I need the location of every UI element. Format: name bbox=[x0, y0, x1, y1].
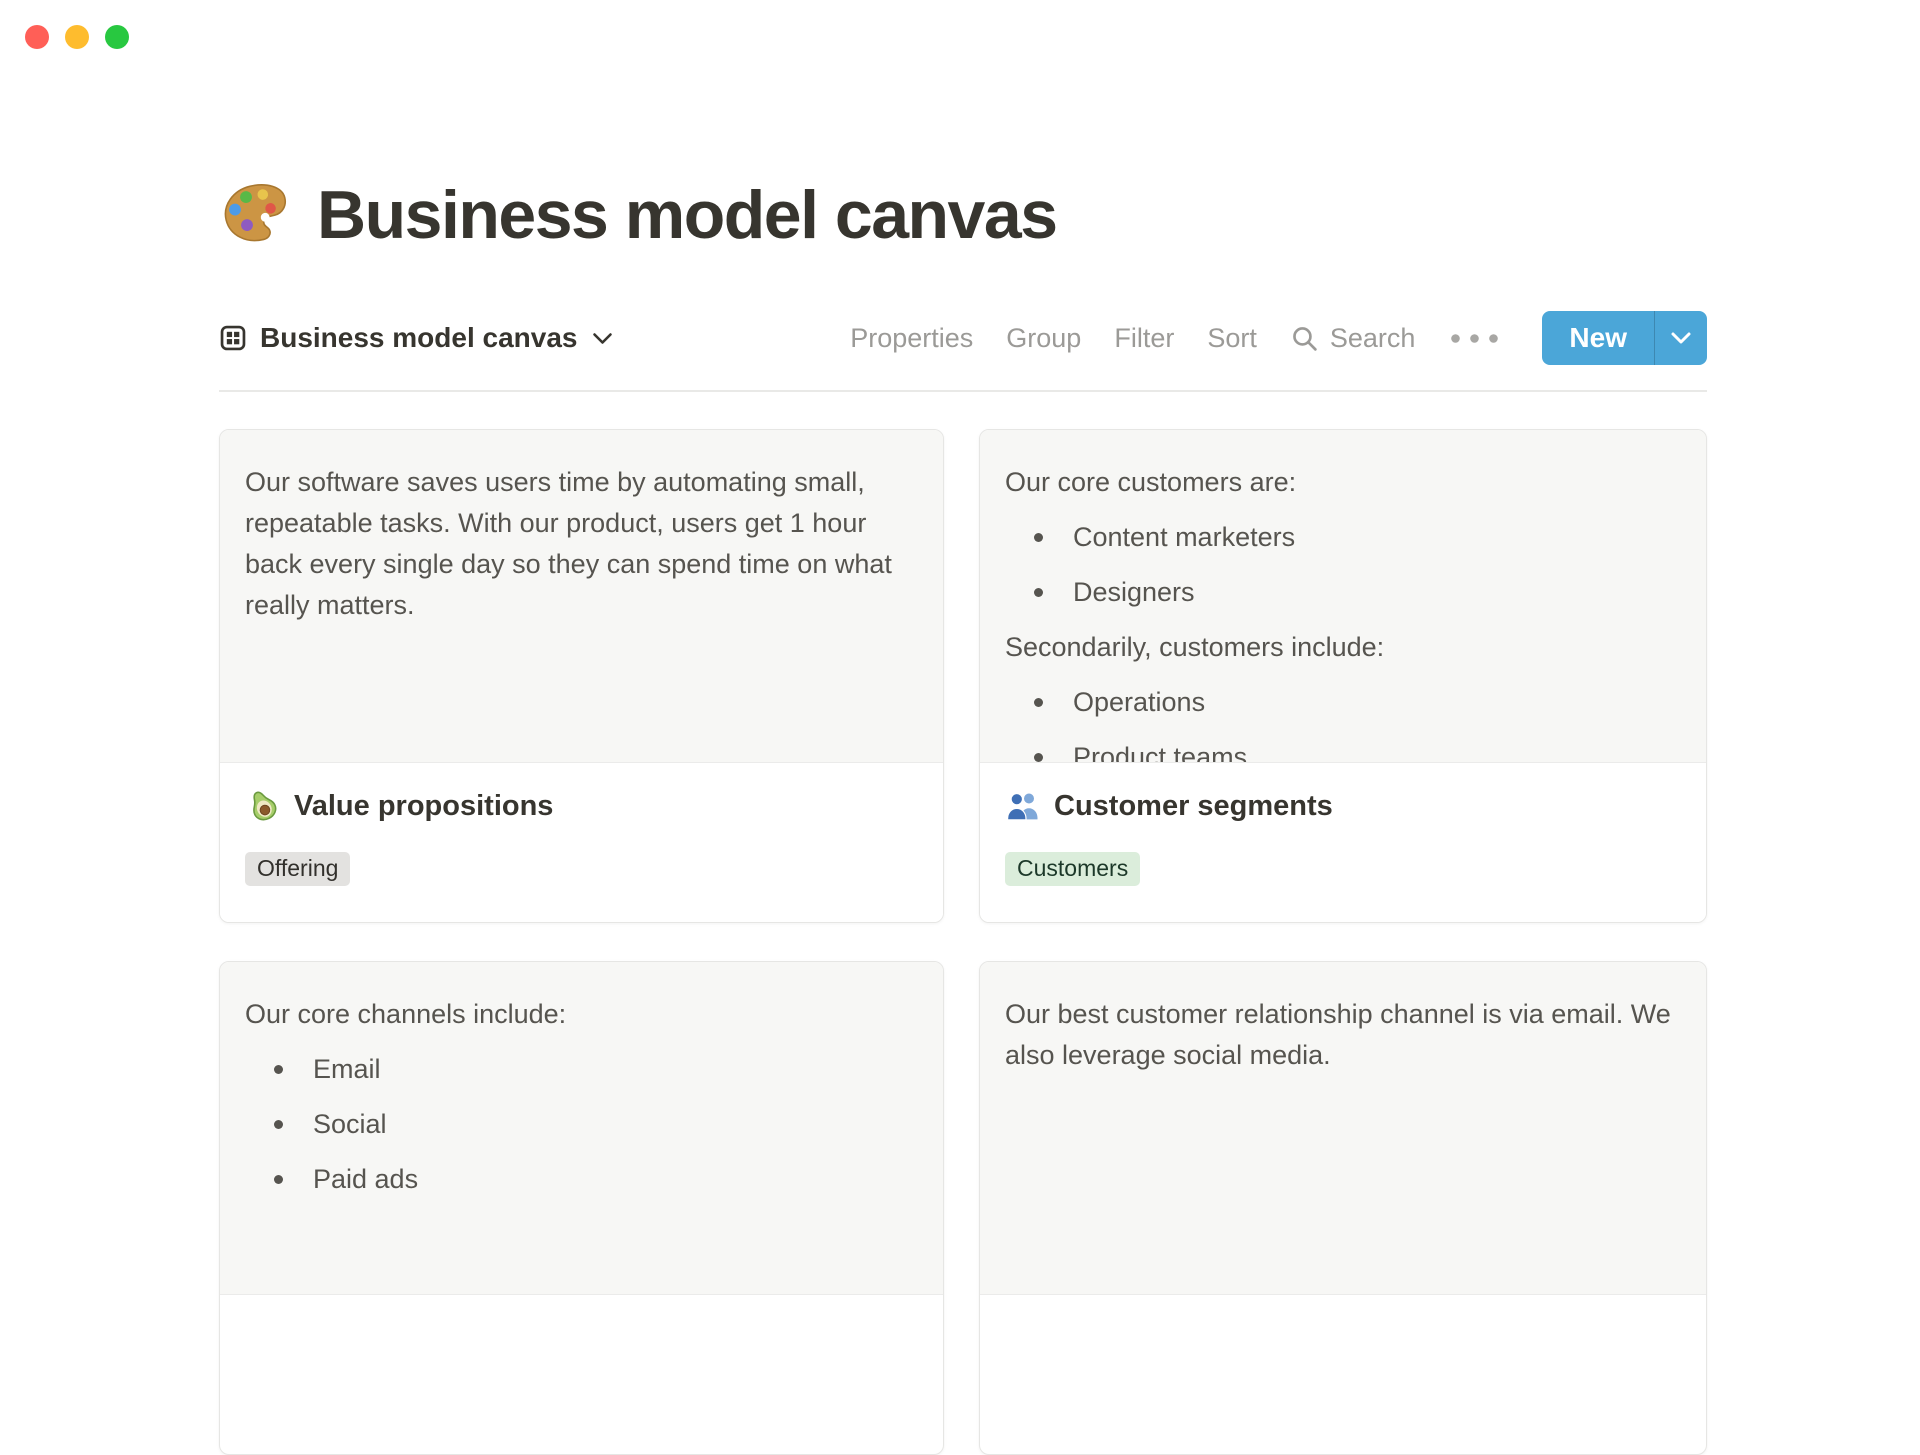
search-button[interactable]: Search bbox=[1290, 322, 1416, 354]
new-button[interactable]: New bbox=[1542, 311, 1655, 365]
list-item: Content marketers bbox=[1005, 517, 1681, 558]
window-close-button[interactable] bbox=[25, 25, 49, 49]
card-preview-list: Email Social Paid ads bbox=[245, 1049, 918, 1200]
card-title-row: Value propositions bbox=[245, 788, 918, 824]
view-switcher[interactable]: Business model canvas bbox=[219, 322, 613, 354]
app-window: Business model canvas Business model can… bbox=[0, 0, 1920, 1455]
card-footer: Customer segments Customers bbox=[980, 763, 1706, 922]
list-item: Email bbox=[245, 1049, 918, 1090]
card-channels[interactable]: Our core channels include: Email Social … bbox=[219, 961, 944, 1455]
tag-customers: Customers bbox=[1005, 852, 1141, 886]
gallery-card-grid: Our software saves users time by automat… bbox=[219, 429, 1707, 1455]
chevron-down-icon bbox=[1670, 331, 1692, 345]
card-preview: Our core customers are: Content marketer… bbox=[980, 430, 1706, 763]
chevron-down-icon bbox=[592, 332, 613, 345]
toolbar-actions: Properties Group Filter Sort Search New bbox=[850, 311, 1707, 365]
search-icon bbox=[1290, 324, 1319, 353]
page-title-row: Business model canvas bbox=[219, 0, 1707, 258]
card-preview-text: Our core channels include: bbox=[245, 999, 567, 1029]
list-item: Operations bbox=[1005, 682, 1681, 723]
card-customer-segments[interactable]: Our core customers are: Content marketer… bbox=[979, 429, 1707, 923]
list-item: Social bbox=[245, 1104, 918, 1145]
group-button[interactable]: Group bbox=[1006, 323, 1081, 354]
properties-button[interactable]: Properties bbox=[850, 323, 973, 354]
list-item: Paid ads bbox=[245, 1159, 918, 1200]
gallery-view-icon bbox=[219, 324, 247, 352]
card-customer-relationships[interactable]: Our best customer relationship channel i… bbox=[979, 961, 1707, 1455]
search-label: Search bbox=[1329, 322, 1416, 353]
list-item: Product teams bbox=[1005, 737, 1681, 762]
list-item: Designers bbox=[1005, 572, 1681, 613]
page-title[interactable]: Business model canvas bbox=[317, 172, 1058, 258]
card-preview-list: Content marketers Designers bbox=[1005, 517, 1681, 613]
card-preview-text: Our software saves users time by automat… bbox=[245, 467, 892, 620]
card-preview-text: Our core customers are: bbox=[1005, 467, 1297, 497]
new-dropdown-button[interactable] bbox=[1655, 311, 1707, 365]
more-options-button[interactable] bbox=[1448, 329, 1501, 348]
card-title: Value propositions bbox=[294, 789, 554, 822]
filter-button[interactable]: Filter bbox=[1114, 323, 1174, 354]
view-toolbar: Business model canvas Properties Group F… bbox=[219, 310, 1707, 366]
card-value-propositions[interactable]: Our software saves users time by automat… bbox=[219, 429, 944, 923]
card-preview-text: Our best customer relationship channel i… bbox=[1005, 999, 1671, 1070]
new-button-group: New bbox=[1542, 311, 1707, 365]
card-preview: Our software saves users time by automat… bbox=[220, 430, 943, 763]
view-name: Business model canvas bbox=[260, 322, 578, 353]
toolbar-divider bbox=[219, 390, 1707, 392]
window-zoom-button[interactable] bbox=[105, 25, 129, 49]
page-content: Business model canvas Business model can… bbox=[219, 0, 1707, 1455]
window-minimize-button[interactable] bbox=[65, 25, 89, 49]
avocado-emoji bbox=[245, 788, 281, 824]
sort-button[interactable]: Sort bbox=[1207, 323, 1257, 354]
card-preview: Our core channels include: Email Social … bbox=[220, 962, 943, 1295]
window-controls bbox=[25, 25, 129, 49]
ellipsis-icon bbox=[1450, 333, 1499, 344]
card-preview: Our best customer relationship channel i… bbox=[980, 962, 1706, 1295]
card-title-row: Customer segments bbox=[1005, 788, 1681, 824]
card-title: Customer segments bbox=[1054, 789, 1333, 822]
card-preview-list: Operations Product teams bbox=[1005, 682, 1681, 762]
tag-offering: Offering bbox=[245, 852, 351, 886]
card-preview-text: Secondarily, customers include: bbox=[1005, 632, 1385, 662]
palette-emoji[interactable] bbox=[219, 177, 295, 253]
busts-in-silhouette-emoji bbox=[1005, 788, 1041, 824]
card-footer: Value propositions Offering bbox=[220, 763, 943, 922]
